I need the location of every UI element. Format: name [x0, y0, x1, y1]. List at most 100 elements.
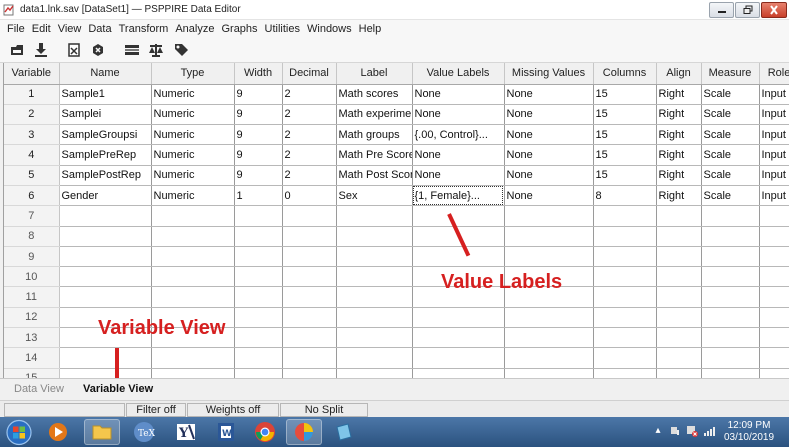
row-number[interactable]: 14 [4, 347, 60, 369]
empty-cell[interactable] [759, 205, 789, 227]
cell-role[interactable]: Input [759, 84, 789, 105]
empty-cell[interactable] [701, 205, 760, 227]
cell-measure[interactable]: Scale [701, 165, 760, 186]
goto-variable-icon[interactable] [90, 42, 106, 58]
empty-cell[interactable] [234, 205, 283, 227]
cell-label[interactable]: Math Pre Score [336, 144, 413, 166]
empty-cell[interactable] [656, 205, 702, 227]
taskbar-word[interactable]: W [208, 419, 244, 445]
cell-missing-values[interactable]: None [504, 185, 594, 207]
cell-measure[interactable]: Scale [701, 104, 760, 126]
empty-cell[interactable] [282, 205, 337, 227]
action-center-icon[interactable] [686, 424, 698, 437]
empty-cell[interactable] [336, 205, 413, 227]
cell-align[interactable]: Right [656, 124, 702, 146]
column-header-align[interactable]: Align [656, 63, 702, 85]
empty-cell[interactable] [412, 347, 505, 369]
row-number[interactable]: 1 [4, 84, 60, 105]
empty-cell[interactable] [234, 368, 283, 378]
row-number[interactable]: 6 [4, 185, 60, 207]
row-number[interactable]: 2 [4, 104, 60, 126]
cell-measure[interactable]: Scale [701, 185, 760, 207]
column-header-missing-values[interactable]: Missing Values [504, 63, 594, 85]
table-row[interactable]: 7 [4, 205, 789, 227]
empty-cell[interactable] [656, 246, 702, 268]
cell-value-labels[interactable]: None [412, 144, 505, 166]
cell-type[interactable]: Numeric [151, 104, 235, 126]
cell-align[interactable]: Right [656, 185, 702, 207]
cell-type[interactable]: Numeric [151, 144, 235, 166]
empty-cell[interactable] [336, 246, 413, 268]
empty-cell[interactable] [593, 226, 657, 247]
start-button-icon[interactable] [5, 419, 33, 446]
taskbar-tex-editor[interactable]: TeX [126, 419, 162, 445]
empty-cell[interactable] [412, 246, 505, 268]
taskbar-media-player[interactable] [40, 419, 76, 445]
empty-cell[interactable] [59, 347, 152, 369]
cell-decimal[interactable]: 0 [282, 185, 337, 207]
cell-value-labels[interactable]: None [412, 165, 505, 186]
empty-cell[interactable] [336, 226, 413, 247]
cell-name[interactable]: SampleGroupsi [59, 124, 152, 146]
empty-cell[interactable] [59, 368, 152, 378]
table-row[interactable]: 8 [4, 226, 789, 247]
cell-missing-values[interactable]: None [504, 124, 594, 146]
cell-role[interactable]: Input [759, 104, 789, 126]
empty-cell[interactable] [336, 266, 413, 288]
empty-cell[interactable] [701, 327, 760, 349]
cell-value-labels[interactable]: None [412, 104, 505, 126]
empty-cell[interactable] [701, 307, 760, 329]
cell-name[interactable]: Sample1 [59, 84, 152, 105]
empty-cell[interactable] [59, 226, 152, 247]
cell-type[interactable]: Numeric [151, 124, 235, 146]
empty-cell[interactable] [151, 286, 235, 308]
taskbar-pspp[interactable] [286, 419, 322, 445]
empty-cell[interactable] [282, 266, 337, 288]
cell-decimal[interactable]: 2 [282, 104, 337, 126]
cell-columns[interactable]: 15 [593, 124, 657, 146]
empty-cell[interactable] [701, 286, 760, 308]
table-row[interactable]: 5 SamplePostRep Numeric 9 2 Math Post Score No… [4, 165, 789, 186]
split-file-icon[interactable] [148, 42, 164, 58]
empty-cell[interactable] [412, 205, 505, 227]
row-number[interactable]: 9 [4, 246, 60, 268]
empty-cell[interactable] [701, 347, 760, 369]
cell-type[interactable]: Numeric [151, 165, 235, 186]
table-row[interactable]: 2 Samplei Numeric 9 2 Math experimen None None 1… [4, 104, 789, 126]
empty-cell[interactable] [504, 226, 594, 247]
row-number[interactable]: 8 [4, 226, 60, 247]
pspp-app-icon[interactable] [3, 3, 15, 16]
cell-label[interactable]: Math experimen [336, 104, 413, 126]
empty-cell[interactable] [656, 368, 702, 378]
empty-cell[interactable] [282, 246, 337, 268]
empty-cell[interactable] [759, 246, 789, 268]
cell-label[interactable]: Math scores [336, 84, 413, 105]
minimize-button[interactable] [709, 2, 734, 18]
tab-variable-view[interactable]: Variable View [83, 383, 153, 395]
empty-cell[interactable] [234, 246, 283, 268]
empty-cell[interactable] [234, 307, 283, 329]
table-row[interactable]: 11 [4, 286, 789, 308]
menu-windows[interactable]: Windows [305, 20, 357, 39]
empty-cell[interactable] [504, 205, 594, 227]
empty-cell[interactable] [282, 226, 337, 247]
menu-edit[interactable]: Edit [30, 20, 56, 39]
empty-cell[interactable] [759, 327, 789, 349]
empty-cell[interactable] [282, 327, 337, 349]
empty-cell[interactable] [759, 347, 789, 369]
value-labels-icon[interactable] [173, 42, 189, 58]
empty-cell[interactable] [701, 266, 760, 288]
cell-columns[interactable]: 15 [593, 104, 657, 126]
taskbar-app-window[interactable] [326, 419, 362, 445]
cell-missing-values[interactable]: None [504, 144, 594, 166]
empty-cell[interactable] [336, 347, 413, 369]
row-number[interactable]: 7 [4, 205, 60, 227]
cell-value-labels[interactable]: {1, Female}... [412, 185, 505, 207]
empty-cell[interactable] [656, 327, 702, 349]
cell-value-labels[interactable]: None [412, 84, 505, 105]
empty-cell[interactable] [282, 347, 337, 369]
empty-cell[interactable] [59, 266, 152, 288]
empty-cell[interactable] [151, 266, 235, 288]
column-header-decimal[interactable]: Decimal [282, 63, 337, 85]
cell-width[interactable]: 9 [234, 124, 283, 146]
